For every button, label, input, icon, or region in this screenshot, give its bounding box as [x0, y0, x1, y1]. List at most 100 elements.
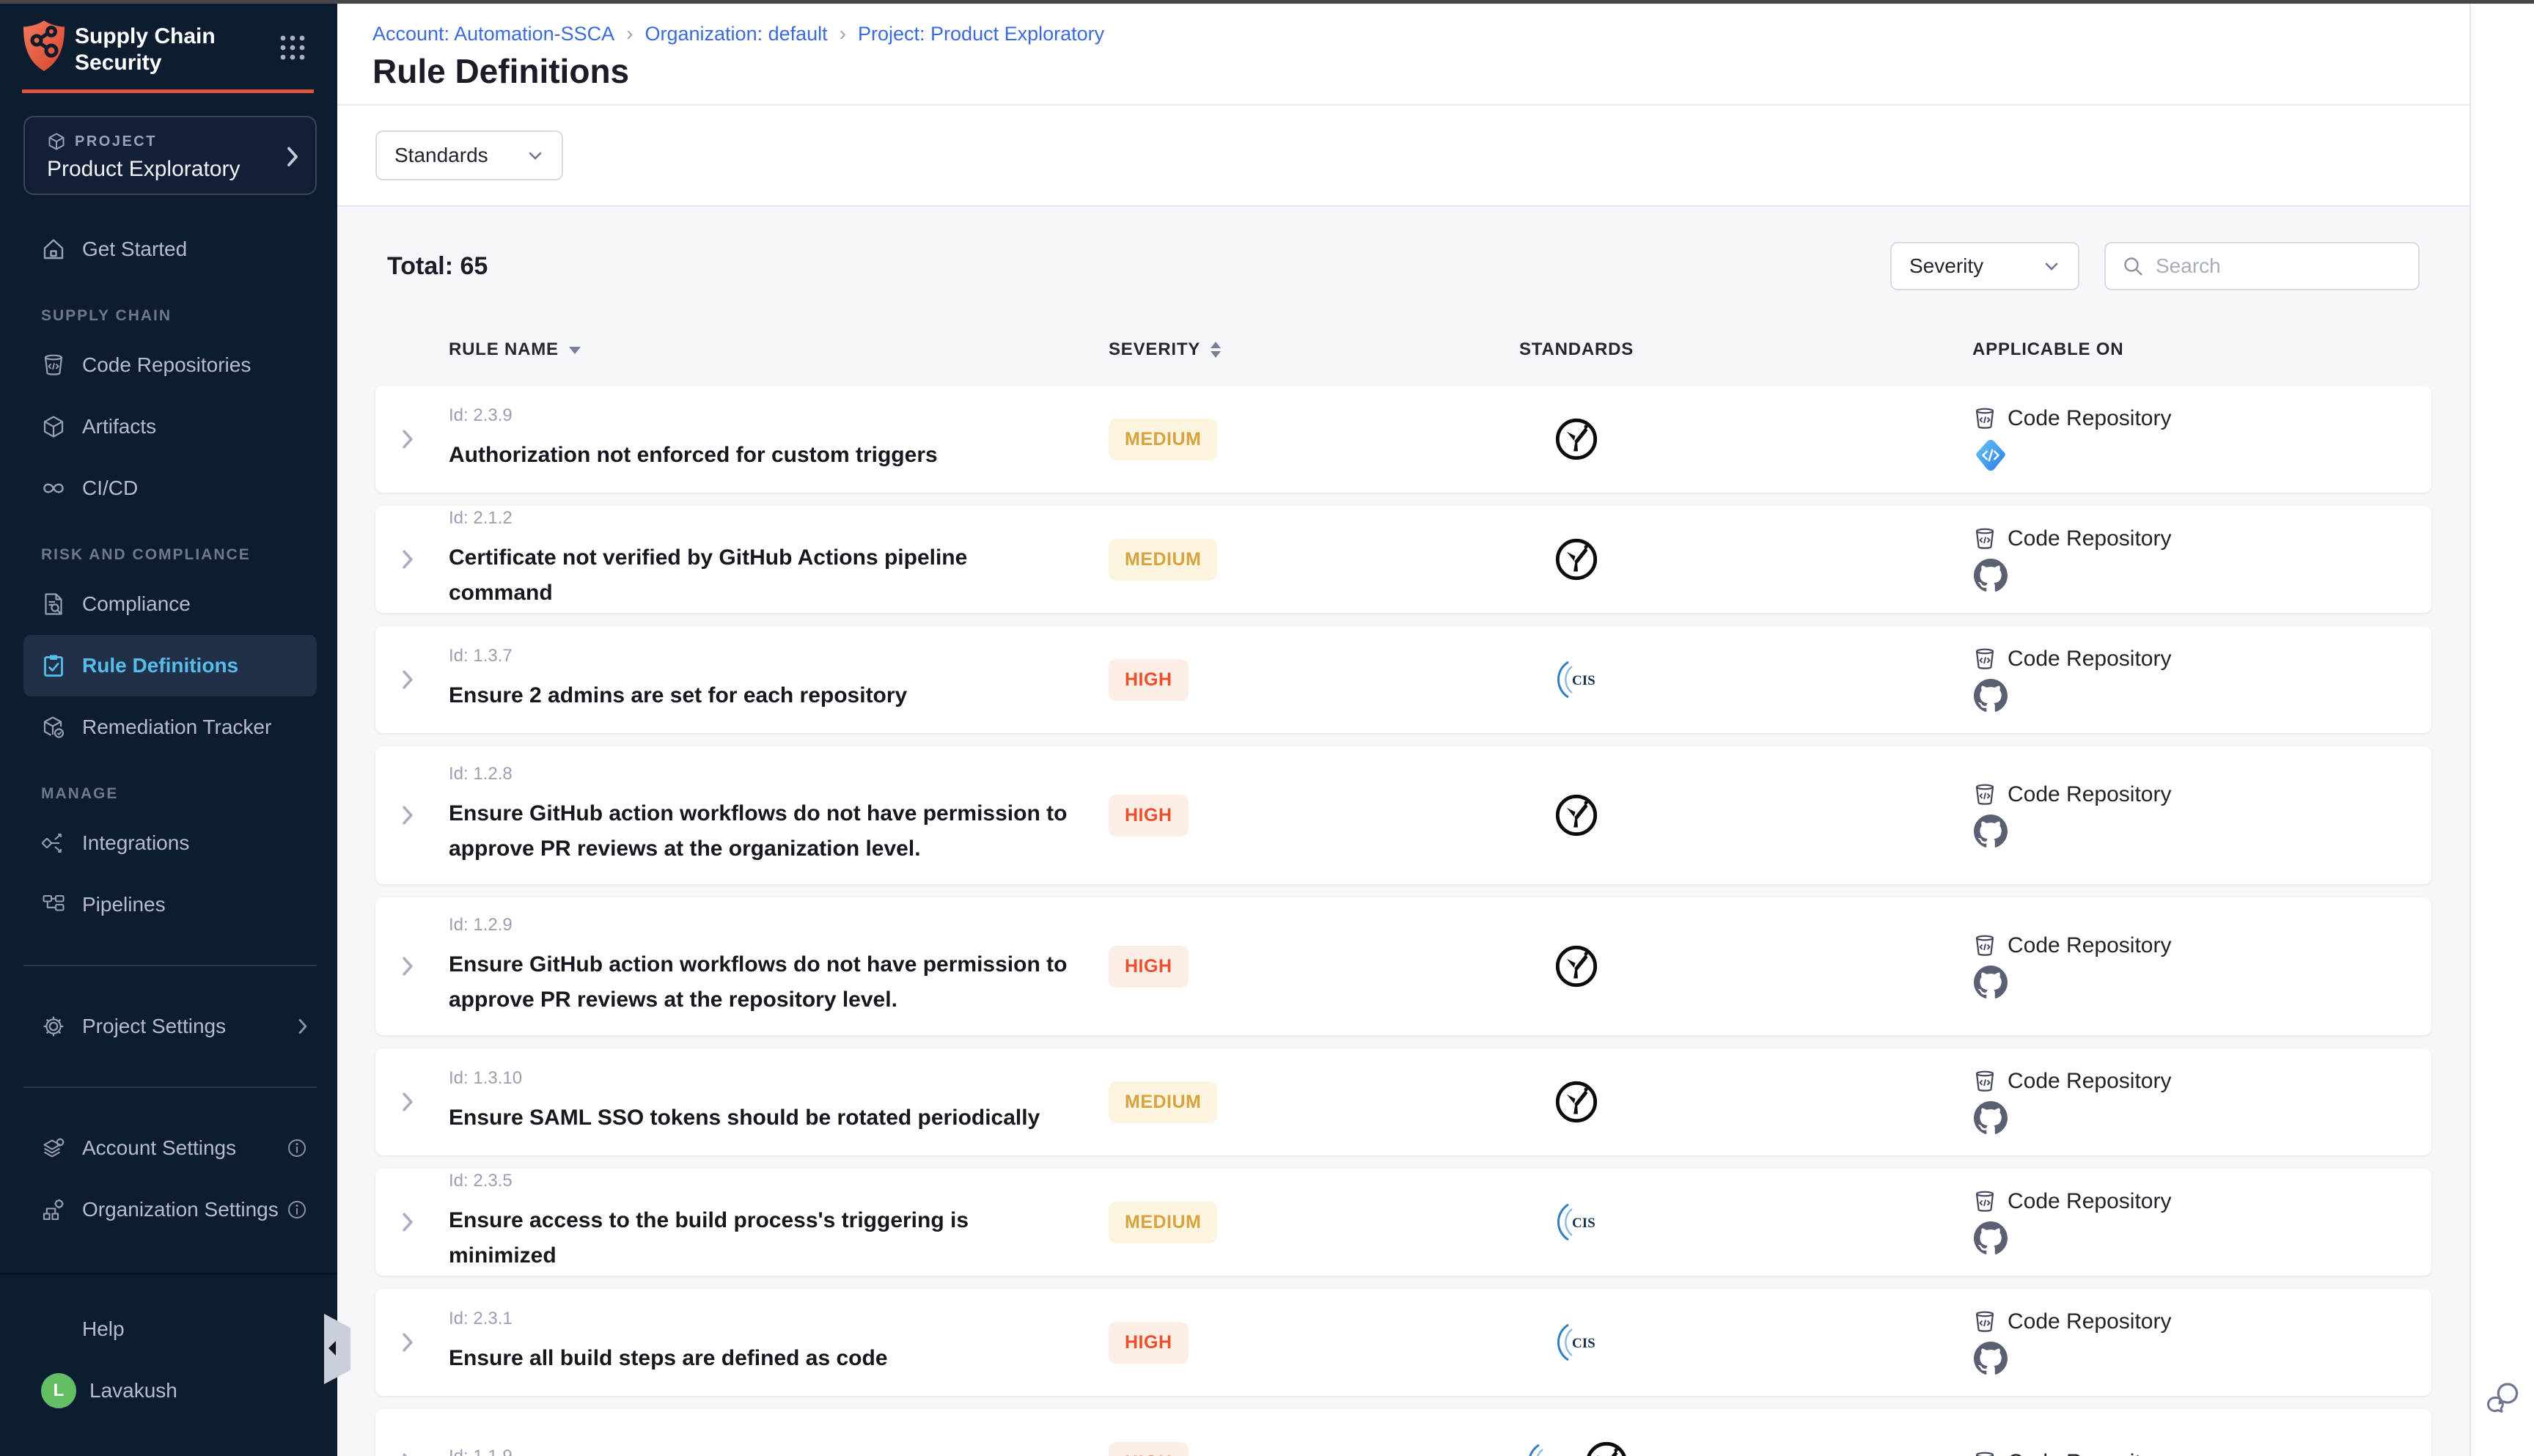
severity-badge: HIGH: [1109, 795, 1189, 837]
applicable-on-label: Code Repository: [2008, 406, 2171, 431]
standards-filter-label: Standards: [394, 144, 488, 167]
sidebar-item-get-started[interactable]: Get Started: [23, 218, 317, 280]
breadcrumb-separator-icon: ›: [840, 22, 846, 45]
sidebar-item-label: Account Settings: [82, 1136, 236, 1160]
sidebar-item-integrations[interactable]: Integrations: [23, 812, 317, 874]
applicable-on-label: Code Repository: [2008, 1189, 2171, 1214]
code-repository-icon: [1972, 647, 1997, 672]
sidebar-item-account-settings[interactable]: Account Settings: [23, 1117, 317, 1179]
cicd-icon: [41, 476, 66, 501]
svg-text:CIS: CIS: [1572, 1336, 1595, 1351]
sidebar-item-label: Code Repositories: [82, 353, 251, 377]
table-row[interactable]: Id: 1.2.9 Ensure GitHub action workflows…: [375, 897, 2431, 1035]
row-expand-chevron[interactable]: [401, 1331, 414, 1353]
sidebar-item-help[interactable]: Help: [23, 1298, 317, 1360]
account-icon: [41, 1136, 66, 1161]
table-row[interactable]: Id: 2.3.9 Authorization not enforced for…: [375, 386, 2431, 493]
sidebar-item-label: Get Started: [82, 238, 187, 261]
github-icon: [1974, 815, 2008, 848]
rule-name: Ensure GitHub action workflows do not ha…: [449, 947, 1072, 1018]
owasp-icon: [1554, 944, 1599, 989]
severity-filter-dropdown[interactable]: Severity: [1890, 242, 2079, 290]
severity-badge: MEDIUM: [1109, 419, 1217, 460]
row-expand-chevron[interactable]: [401, 428, 414, 450]
table-row[interactable]: Id: 2.1.2 Certificate not verified by Gi…: [375, 506, 2431, 613]
severity-badge: HIGH: [1109, 1442, 1189, 1456]
sidebar-item-code-repositories[interactable]: Code Repositories: [23, 334, 317, 396]
sidebar-item-rule-definitions[interactable]: Rule Definitions: [23, 635, 317, 696]
breadcrumb-link[interactable]: Account: Automation-SSCA: [372, 23, 614, 45]
search-input[interactable]: [2156, 254, 2402, 278]
column-header-rule-name[interactable]: RULE NAME: [440, 339, 1085, 360]
rule-id: Id: 1.3.7: [449, 646, 1085, 666]
row-expand-chevron[interactable]: [401, 1452, 414, 1456]
table-row[interactable]: Id: 2.3.5 Ensure access to the build pro…: [375, 1169, 2431, 1276]
applicable-on-label: Code Repository: [2008, 782, 2171, 807]
search-box[interactable]: [2104, 242, 2420, 290]
row-expand-chevron[interactable]: [401, 955, 414, 977]
standards-filter-dropdown[interactable]: Standards: [375, 130, 563, 180]
code-repo-icon: [41, 353, 66, 378]
row-expand-chevron[interactable]: [401, 1211, 414, 1233]
module-switcher-icon[interactable]: [279, 34, 306, 62]
sidebar-item-pipelines[interactable]: Pipelines: [23, 874, 317, 935]
home-icon: [41, 237, 66, 262]
code-repository-icon: [1972, 1309, 1997, 1334]
rule-name: Ensure all build steps are defined as co…: [449, 1341, 1072, 1376]
rule-name: Certificate not verified by GitHub Actio…: [449, 540, 1072, 611]
sidebar-item-label: Artifacts: [82, 415, 156, 438]
sidebar-item-label: Compliance: [82, 592, 191, 616]
cube-icon: [47, 132, 66, 151]
app-title: Supply Chain Security: [75, 23, 243, 76]
sidebar-nav: Get Started SUPPLY CHAIN Code Repositori…: [0, 218, 337, 1240]
sidebar-item-compliance[interactable]: Compliance: [23, 573, 317, 635]
table-row[interactable]: Id: 1.3.10 Ensure SAML SSO tokens should…: [375, 1048, 2431, 1155]
sidebar-item-remediation-tracker[interactable]: Remediation Tracker: [23, 696, 317, 758]
table-row[interactable]: Id: 1.1.9 HIGH CIS Code Repository: [375, 1409, 2431, 1456]
cis-icon: CIS: [1553, 1319, 1600, 1366]
sidebar-item-organization-settings[interactable]: Organization Settings: [23, 1179, 317, 1240]
github-icon: [1974, 1221, 2008, 1255]
sidebar-item-project-settings[interactable]: Project Settings: [23, 996, 317, 1057]
info-icon[interactable]: [286, 1137, 308, 1159]
table-row[interactable]: Id: 1.2.8 Ensure GitHub action workflows…: [375, 746, 2431, 884]
github-icon: [1974, 1342, 2008, 1375]
rules-icon: [41, 653, 66, 678]
cis-icon: CIS: [1553, 656, 1600, 703]
table-header: RULE NAME SEVERITY STANDARDS APPLICABLE …: [375, 331, 2431, 368]
breadcrumb-link[interactable]: Project: Product Exploratory: [858, 23, 1104, 45]
support-chat-icon[interactable]: [2486, 1378, 2525, 1418]
project-selector[interactable]: PROJECT Product Exploratory: [23, 116, 317, 195]
row-expand-chevron[interactable]: [401, 669, 414, 691]
code-repository-icon: [1972, 782, 1997, 807]
rule-id: Id: 1.3.10: [449, 1068, 1085, 1089]
integrations-icon: [41, 831, 66, 856]
rule-name: Authorization not enforced for custom tr…: [449, 438, 1072, 473]
rule-name: Ensure 2 admins are set for each reposit…: [449, 678, 1072, 713]
svg-text:CIS: CIS: [1572, 673, 1595, 688]
applicable-on-label: Code Repository: [2008, 647, 2171, 672]
pipelines-icon: [41, 892, 66, 917]
github-icon: [1974, 679, 2008, 713]
sidebar: Supply Chain Security PROJECT Product Ex…: [0, 0, 337, 1456]
row-expand-chevron[interactable]: [401, 804, 414, 826]
sidebar-item-label: CI/CD: [82, 477, 138, 500]
main-content: Account: Automation-SSCA › Organization: d…: [337, 0, 2469, 1456]
rules-table: Id: 2.3.9 Authorization not enforced for…: [337, 386, 2469, 1456]
user-menu[interactable]: L Lavakush: [23, 1360, 317, 1422]
info-icon[interactable]: [286, 1199, 308, 1221]
window-top-bar: [0, 0, 2534, 4]
rule-id: Id: 2.3.1: [449, 1309, 1085, 1329]
row-expand-chevron[interactable]: [401, 1091, 414, 1113]
sidebar-item-artifacts[interactable]: Artifacts: [23, 396, 317, 457]
chevron-right-icon: [286, 145, 299, 167]
row-expand-chevron[interactable]: [401, 548, 414, 570]
column-header-severity[interactable]: SEVERITY: [1085, 337, 1408, 363]
breadcrumb-link[interactable]: Organization: default: [645, 23, 828, 45]
sidebar-item-ci-cd[interactable]: CI/CD: [23, 457, 317, 519]
chevron-right-icon: [298, 1018, 308, 1035]
help-icon: [41, 1317, 66, 1342]
sidebar-section-label: RISK AND COMPLIANCE: [41, 537, 317, 573]
table-row[interactable]: Id: 2.3.1 Ensure all build steps are def…: [375, 1289, 2431, 1396]
table-row[interactable]: Id: 1.3.7 Ensure 2 admins are set for ea…: [375, 626, 2431, 733]
